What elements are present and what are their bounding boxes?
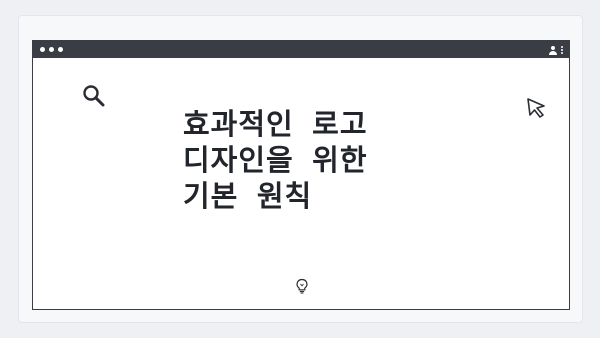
browser-window: 효과적인 로고 디자인을 위한 기본 원칙 (32, 40, 570, 310)
maximize-dot-icon[interactable] (58, 47, 63, 52)
lightbulb-icon (296, 278, 308, 294)
cursor-icon (527, 98, 545, 118)
search-icon (83, 85, 105, 107)
page-title: 효과적인 로고 디자인을 위한 기본 원칙 (183, 106, 483, 214)
minimize-dot-icon[interactable] (49, 47, 54, 52)
kebab-menu-icon[interactable] (561, 45, 563, 54)
user-icon[interactable] (549, 45, 557, 55)
window-controls (40, 47, 63, 52)
page-title-line: 디자인을 위한 (183, 143, 368, 177)
close-dot-icon[interactable] (40, 47, 45, 52)
page-title-line: 기본 원칙 (183, 179, 313, 213)
titlebar-actions (549, 41, 563, 58)
browser-titlebar (33, 41, 569, 58)
page-title-line: 효과적인 로고 (183, 107, 368, 141)
